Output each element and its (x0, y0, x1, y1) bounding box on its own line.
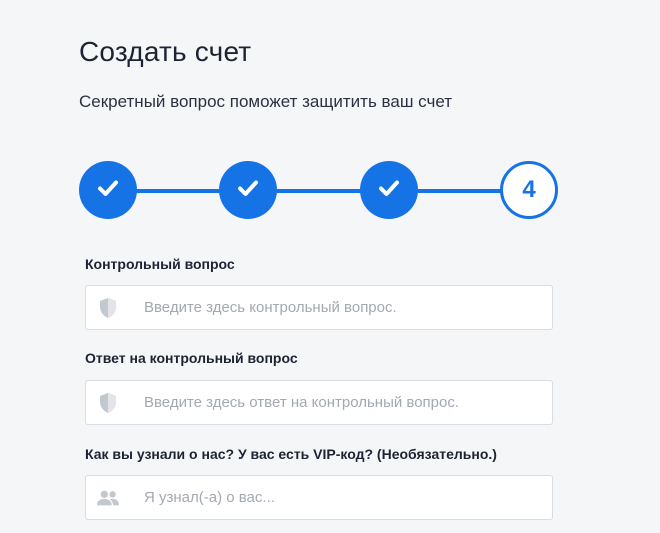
referral-field[interactable] (85, 475, 553, 520)
page-title: Создать счет (79, 36, 252, 67)
referral-label: Как вы узнали о нас? У вас есть VIP-код?… (85, 446, 497, 462)
security-question-field[interactable] (85, 285, 553, 330)
progress-stepper: 4 (79, 161, 559, 221)
step-4-current: 4 (500, 161, 558, 219)
referral-input[interactable] (144, 476, 544, 519)
step-2-completed (219, 161, 277, 219)
shield-icon (97, 392, 119, 414)
check-icon (377, 176, 401, 205)
security-answer-field[interactable] (85, 380, 553, 425)
check-icon (236, 176, 260, 205)
step-3-completed (360, 161, 418, 219)
page-subtitle: Секретный вопрос поможет защитить ваш сч… (79, 92, 453, 111)
step-number: 4 (522, 176, 536, 203)
check-icon (96, 176, 120, 205)
people-icon (97, 487, 119, 509)
security-question-label: Контрольный вопрос (85, 256, 235, 272)
shield-icon (97, 297, 119, 319)
security-answer-label: Ответ на контрольный вопрос (85, 350, 298, 366)
stepper-connector-line (129, 189, 509, 193)
security-question-input[interactable] (144, 286, 544, 329)
security-answer-input[interactable] (144, 381, 544, 424)
step-1-completed (79, 161, 137, 219)
